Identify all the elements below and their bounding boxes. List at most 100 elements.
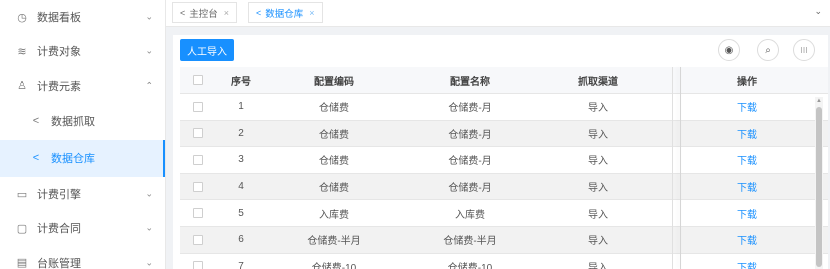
row-checkbox[interactable] xyxy=(193,234,203,245)
scrollbar-thumb[interactable] xyxy=(816,107,822,267)
sidebar-item-data-dashboard[interactable]: ◷ 数据看板 ⌄ xyxy=(0,0,165,34)
cell-channel: 导入 xyxy=(588,103,608,115)
scroll-up-arrow-icon[interactable]: ▲ xyxy=(815,97,823,105)
cell-no: 4 xyxy=(238,181,244,193)
cell-channel: 导入 xyxy=(588,236,608,248)
ledger-icon: ▤ xyxy=(16,257,28,269)
cell-no: 6 xyxy=(238,234,244,246)
cell-no: 2 xyxy=(238,127,244,139)
table-row[interactable]: 1 仓储费 仓储费-月 导入 下载 xyxy=(180,94,828,121)
cell-channel: 导入 xyxy=(588,129,608,141)
sidebar-item-billing-objects[interactable]: ≋ 计费对象 ⌄ xyxy=(0,34,165,68)
sidebar-item-label: 计费元素 xyxy=(37,80,81,93)
chevron-down-icon: ⌄ xyxy=(145,11,153,22)
share-icon: < xyxy=(32,152,40,165)
sidebar-item-data-warehouse[interactable]: < 数据仓库 xyxy=(0,139,165,177)
row-checkbox[interactable] xyxy=(193,128,203,139)
column-header-channel: 抓取渠道 xyxy=(578,76,618,88)
tab-label: 数据仓库 xyxy=(265,8,304,20)
cell-name: 仓储费-月 xyxy=(448,103,492,115)
download-link[interactable]: 下载 xyxy=(680,147,814,173)
cell-name: 仓储费-月 xyxy=(448,129,492,141)
sidebar-item-label: 计费合同 xyxy=(37,223,81,236)
cell-channel: 导入 xyxy=(588,262,608,269)
data-table: 序号 配置编码 配置名称 抓取渠道 操作 1 仓储费 仓储费-月 导入 下载 2 仓储费 仓储… xyxy=(180,67,828,269)
sidebar-item-billing-engine[interactable]: ▭ 计费引擎 ⌄ xyxy=(0,177,165,211)
cell-name: 仓储费-10 xyxy=(447,262,493,269)
fixed-column-divider xyxy=(680,67,681,269)
row-checkbox-cell[interactable] xyxy=(180,174,216,200)
download-link[interactable]: 下载 xyxy=(680,227,814,253)
table-row[interactable]: 6 仓储费-半月 仓储费-半月 导入 下载 xyxy=(180,226,828,254)
tab-main-console[interactable]: < 主控台 × xyxy=(172,2,238,23)
table-body: 1 仓储费 仓储费-月 导入 下载 2 仓储费 仓储费-月 导入 下载 3 仓储费 仓储费-月 导入 下载 4… xyxy=(180,94,828,269)
column-header-code: 配置编码 xyxy=(314,76,354,88)
cell-code: 仓储费 xyxy=(319,156,349,168)
app-window: ◷ 数据看板 ⌄ ≋ 计费对象 ⌄ ♙ 计费元素 ⌃ < 数据抓取 < 数据仓库… xyxy=(0,0,830,269)
column-header-no: 序号 xyxy=(231,76,251,88)
grid-icon[interactable]: ⁝⁝⁝ xyxy=(793,39,815,61)
select-all-cell[interactable] xyxy=(180,67,216,93)
row-checkbox[interactable] xyxy=(193,181,203,192)
table-row[interactable]: 7 仓储费-10 仓储费-10 导入 下载 xyxy=(180,254,828,269)
chevron-down-icon: ⌄ xyxy=(145,45,153,56)
column-divider xyxy=(672,67,673,269)
download-link[interactable]: 下载 xyxy=(680,174,814,200)
close-icon[interactable]: × xyxy=(224,8,229,18)
share-icon: < xyxy=(32,115,40,128)
cell-no: 5 xyxy=(238,207,244,219)
table-row[interactable]: 2 仓储费 仓储费-月 导入 下载 xyxy=(180,120,828,148)
share-icon: < xyxy=(256,7,262,18)
select-all-checkbox[interactable] xyxy=(193,75,203,85)
download-link[interactable]: 下载 xyxy=(680,200,814,226)
sidebar-item-ledger-management[interactable]: ▤ 台账管理 ⌄ xyxy=(0,245,165,269)
table-row[interactable]: 4 仓储费 仓储费-月 导入 下载 xyxy=(180,173,828,201)
row-checkbox-cell[interactable] xyxy=(180,254,216,269)
tab-data-warehouse[interactable]: < 数据仓库 × xyxy=(248,2,323,23)
tabs-bar: < 主控台 × < 数据仓库 × ⌄ xyxy=(166,0,830,27)
search-icon[interactable]: ⌕ xyxy=(757,39,779,61)
cell-code: 入库费 xyxy=(319,209,349,221)
chevron-down-icon: ⌄ xyxy=(145,222,153,233)
sidebar-item-label: 数据仓库 xyxy=(51,153,95,166)
dashboard-icon: ◷ xyxy=(17,11,27,24)
download-link[interactable]: 下载 xyxy=(680,94,814,120)
column-header-name: 配置名称 xyxy=(450,76,490,88)
row-checkbox-cell[interactable] xyxy=(180,121,216,147)
vertical-scrollbar[interactable]: ▲ xyxy=(815,97,823,269)
layers-icon: ≋ xyxy=(17,45,27,58)
sidebar-item-billing-contract[interactable]: ▢ 计费合同 ⌄ xyxy=(0,211,165,245)
monitor-icon: ▭ xyxy=(16,188,28,201)
cell-code: 仓储费 xyxy=(319,183,349,195)
tab-label: 主控台 xyxy=(189,8,218,20)
manual-import-button[interactable]: 人工导入 xyxy=(180,39,234,61)
chevron-down-icon: ⌄ xyxy=(145,188,153,199)
row-checkbox[interactable] xyxy=(193,101,203,112)
cell-channel: 导入 xyxy=(588,209,608,221)
table-row[interactable]: 3 仓储费 仓储费-月 导入 下载 xyxy=(180,147,828,174)
cell-no: 1 xyxy=(238,101,244,113)
chevron-down-icon: ⌄ xyxy=(145,257,153,268)
row-checkbox-cell[interactable] xyxy=(180,200,216,226)
row-checkbox[interactable] xyxy=(193,261,203,269)
row-checkbox-cell[interactable] xyxy=(180,227,216,253)
row-checkbox-cell[interactable] xyxy=(180,147,216,173)
table-row[interactable]: 5 入库费 入库费 导入 下载 xyxy=(180,200,828,227)
cell-code: 仓储费-10 xyxy=(311,262,357,269)
cell-name: 仓储费-月 xyxy=(448,156,492,168)
sidebar-item-label: 台账管理 xyxy=(37,257,81,269)
download-link[interactable]: 下载 xyxy=(680,254,814,269)
row-checkbox-cell[interactable] xyxy=(180,94,216,120)
row-checkbox[interactable] xyxy=(193,208,203,219)
sidebar-item-billing-elements[interactable]: ♙ 计费元素 ⌃ xyxy=(0,69,165,103)
sidebar: ◷ 数据看板 ⌄ ≋ 计费对象 ⌄ ♙ 计费元素 ⌃ < 数据抓取 < 数据仓库… xyxy=(0,0,166,269)
row-checkbox[interactable] xyxy=(193,154,203,165)
cell-name: 入库费 xyxy=(455,209,485,221)
download-link[interactable]: 下载 xyxy=(680,121,814,147)
eye-icon[interactable]: ◉ xyxy=(718,39,740,61)
chevron-up-icon: ⌃ xyxy=(145,80,153,91)
table-header-row: 序号 配置编码 配置名称 抓取渠道 操作 xyxy=(180,67,828,94)
close-icon[interactable]: × xyxy=(309,8,314,18)
sidebar-item-data-capture[interactable]: < 数据抓取 xyxy=(0,103,165,140)
chevron-down-icon[interactable]: ⌄ xyxy=(814,6,822,17)
